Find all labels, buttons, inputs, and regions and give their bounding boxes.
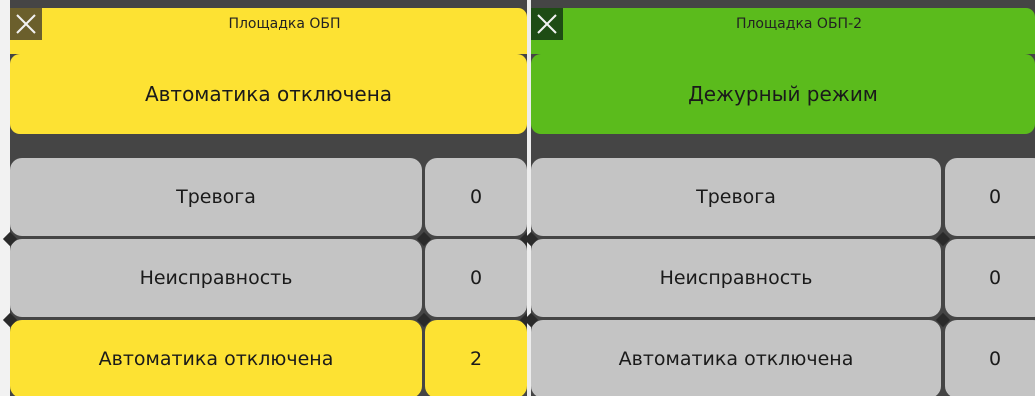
row-label[interactable]: Неисправность	[10, 239, 422, 317]
row-label[interactable]: Тревога	[10, 158, 422, 236]
status-banner: Дежурный режим	[531, 54, 1035, 134]
row-count[interactable]: 0	[425, 239, 527, 317]
close-icon	[16, 14, 36, 34]
panel-header: Площадка ОБП	[10, 8, 527, 54]
row-label[interactable]: Автоматика отключена	[531, 320, 941, 396]
dashboard: Площадка ОБП Автоматика отключена Тревог…	[0, 0, 1035, 396]
row-label[interactable]: Автоматика отключена	[10, 320, 422, 396]
row-count[interactable]: 0	[945, 239, 1035, 317]
row-alarm: Тревога 0	[531, 158, 1035, 238]
row-count[interactable]: 0	[945, 158, 1035, 236]
panel-title: Площадка ОБП-2	[735, 16, 863, 32]
status-banner: Автоматика отключена	[10, 54, 527, 134]
close-icon	[537, 14, 557, 34]
row-label[interactable]: Тревога	[531, 158, 941, 236]
panel-title: Площадка ОБП	[228, 16, 341, 32]
left-border	[0, 0, 10, 396]
panel-obp-2: Площадка ОБП-2 Дежурный режим Тревога 0 …	[523, 0, 1035, 396]
row-fault: Неисправность 0	[531, 239, 1035, 319]
close-button[interactable]	[531, 8, 563, 40]
row-fault: Неисправность 0	[10, 239, 527, 319]
row-alarm: Тревога 0	[10, 158, 527, 238]
row-automation-off: Автоматика отключена 2	[10, 320, 527, 396]
panel-obp: Площадка ОБП Автоматика отключена Тревог…	[2, 0, 535, 396]
close-button[interactable]	[10, 8, 42, 40]
panel-header: Площадка ОБП-2	[531, 8, 1035, 54]
row-count[interactable]: 2	[425, 320, 527, 396]
row-count[interactable]: 0	[945, 320, 1035, 396]
row-label[interactable]: Неисправность	[531, 239, 941, 317]
row-count[interactable]: 0	[425, 158, 527, 236]
row-automation-off: Автоматика отключена 0	[531, 320, 1035, 396]
